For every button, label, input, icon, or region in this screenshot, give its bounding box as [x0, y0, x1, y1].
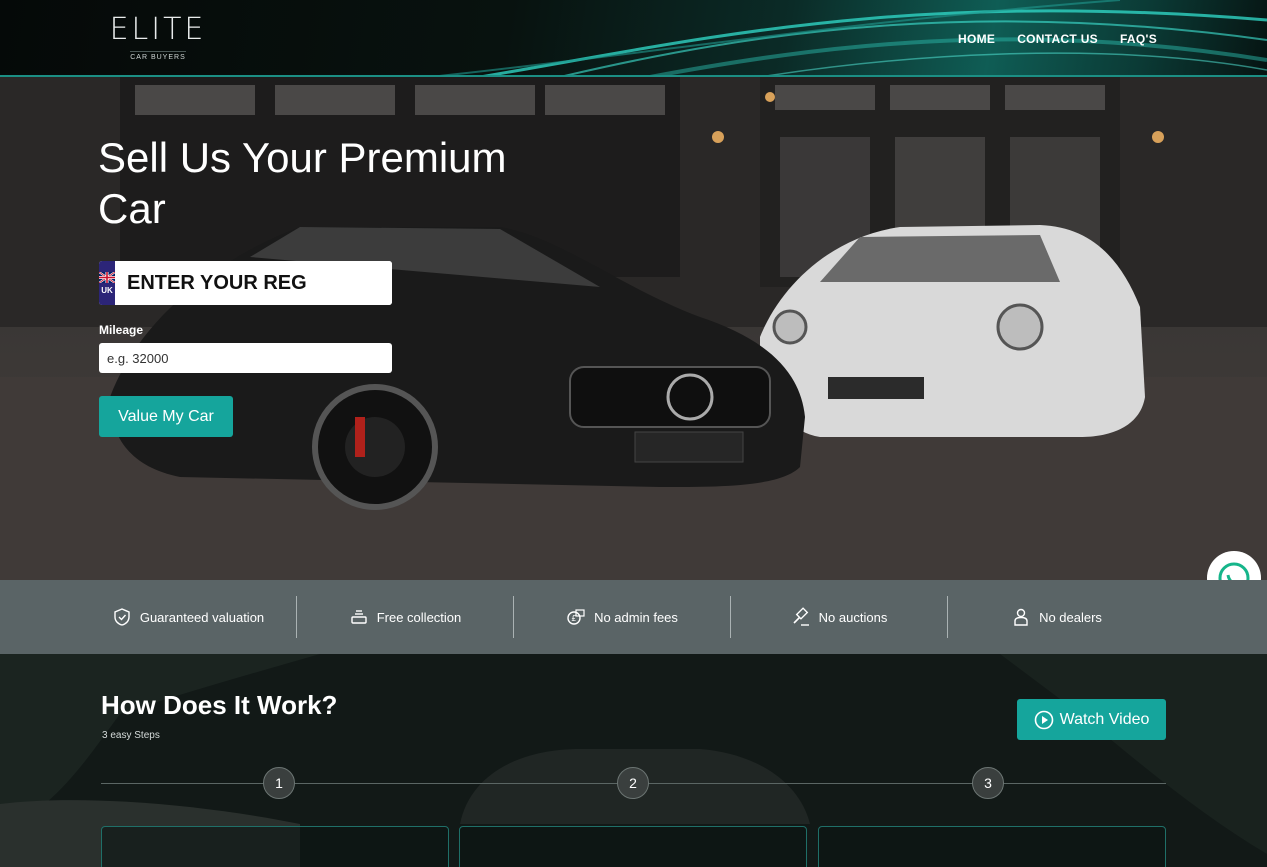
pound-cash-icon: £ [567, 609, 585, 625]
feature-label: No auctions [818, 609, 888, 625]
hero-title: Sell Us Your Premium Car [98, 134, 507, 232]
dealer-person-icon [1014, 608, 1028, 626]
mileage-label: Mileage [99, 323, 144, 337]
feature-no-auctions: No auctions [731, 596, 948, 638]
main-nav: HOME CONTACT US FAQ'S [958, 32, 1157, 46]
logo-tagline: CAR BUYERS [130, 51, 186, 61]
feature-no-dealers: No dealers [948, 596, 1165, 638]
tray-stack-icon [351, 610, 367, 624]
feature-no-admin-fees: £ No admin fees [514, 596, 731, 638]
feature-free-collection: Free collection [297, 596, 514, 638]
play-circle-icon [1034, 710, 1053, 729]
step-number-1: 1 [263, 767, 295, 799]
gavel-icon [793, 607, 809, 626]
watch-video-label: Watch Video [1059, 710, 1150, 728]
uk-plate-badge: UK [99, 261, 115, 305]
nav-home[interactable]: HOME [958, 32, 995, 46]
features-bar: Guaranteed valuation Free collection £ N… [0, 580, 1267, 654]
shield-check-icon [114, 608, 130, 626]
step-number-3: 3 [972, 767, 1004, 799]
step-card-2 [459, 826, 807, 867]
registration-input-group: UK [99, 261, 392, 305]
step-card-1 [101, 826, 449, 867]
how-section-subtitle: 3 easy Steps [102, 730, 160, 741]
uk-label: UK [101, 285, 113, 295]
feature-label: No admin fees [594, 609, 678, 625]
nav-contact-us[interactable]: CONTACT US [1017, 32, 1098, 46]
whatsapp-icon [1218, 562, 1250, 580]
site-header: ELITE CAR BUYERS HOME CONTACT US FAQ'S [0, 0, 1267, 77]
how-section-title: How Does It Work? [101, 690, 338, 720]
feature-label: No dealers [1039, 609, 1102, 625]
feature-label: Free collection [376, 609, 462, 625]
how-it-works-section: How Does It Work? 3 easy Steps Watch Vid… [0, 654, 1267, 867]
step-number-2: 2 [617, 767, 649, 799]
step-card-3 [818, 826, 1166, 867]
nav-faqs[interactable]: FAQ'S [1120, 32, 1157, 46]
hero-section: Sell Us Your Premium Car UK Mileage Valu… [0, 77, 1267, 580]
registration-input[interactable] [115, 261, 392, 305]
logo-wordmark: ELITE [109, 12, 207, 47]
union-jack-icon [99, 271, 115, 283]
watch-video-button[interactable]: Watch Video [1017, 699, 1166, 740]
feature-label: Guaranteed valuation [139, 609, 265, 625]
feature-guaranteed-valuation: Guaranteed valuation [80, 596, 297, 638]
mileage-input[interactable] [99, 343, 392, 373]
svg-text:£: £ [571, 614, 576, 623]
site-logo[interactable]: ELITE CAR BUYERS [106, 14, 210, 64]
value-my-car-button[interactable]: Value My Car [99, 396, 233, 437]
